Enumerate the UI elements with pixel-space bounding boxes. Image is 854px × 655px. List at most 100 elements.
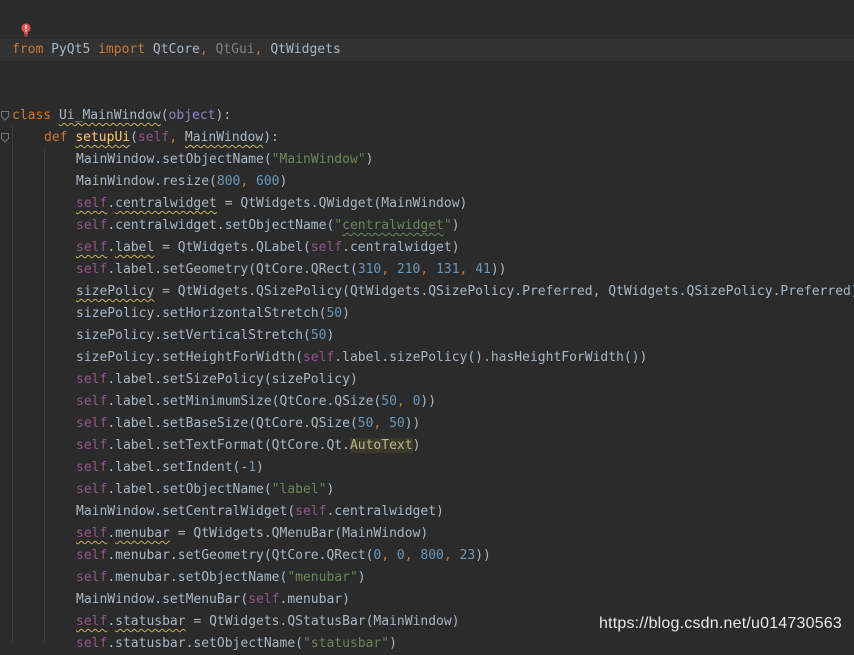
code-text: ) — [365, 152, 374, 167]
self-keyword: self — [76, 482, 108, 497]
code-line[interactable]: self.menubar.setObjectName("menubar") — [0, 567, 854, 589]
code-text: sizePolicy.setVerticalStretch( — [76, 328, 311, 343]
number-literal: 50 — [381, 394, 397, 409]
number-literal: 800 — [216, 174, 241, 189]
code-text: sizePolicy.setHeightForWidth( — [76, 350, 303, 365]
code-line[interactable]: MainWindow.resize(800, 600) — [0, 171, 854, 193]
code-line[interactable]: self.label.setIndent(-1) — [0, 457, 854, 479]
string-literal: centralwidget — [342, 218, 444, 233]
code-text: . — [107, 240, 116, 255]
code-text: .label.setBaseSize(QtCore.QSize( — [107, 416, 358, 431]
self-keyword: self — [76, 262, 108, 277]
code-line[interactable]: self.centralwidget.setObjectName("centra… — [0, 215, 854, 237]
code-text: )) — [475, 548, 491, 563]
code-line[interactable]: self.menubar = QtWidgets.QMenuBar(MainWi… — [0, 523, 854, 545]
attribute-name: label — [115, 240, 155, 255]
code-text: sizePolicy.setHorizontalStretch( — [76, 306, 327, 321]
code-text: .label.setIndent(- — [107, 460, 249, 475]
code-text: .label.setGeometry(QtCore.QRect( — [107, 262, 358, 277]
code-text: . — [107, 614, 116, 629]
code-text: ): — [215, 108, 232, 123]
code-text: MainWindow.setMenuBar( — [76, 592, 249, 607]
variable-name: sizePolicy — [76, 284, 155, 299]
self-keyword: self — [310, 240, 343, 255]
code-text: ) — [342, 306, 350, 321]
punct: , — [373, 416, 390, 431]
code-text: )) — [420, 394, 437, 409]
code-text: .label.setSizePolicy(sizePolicy) — [107, 372, 358, 387]
code-text: = QtWidgets.QLabel( — [154, 240, 311, 255]
code-line[interactable]: def setupUi(self, MainWindow): — [0, 127, 854, 149]
code-text: ) — [451, 218, 460, 233]
code-text: .statusbar.setObjectName( — [107, 636, 303, 651]
code-text: QtCore — [145, 42, 200, 57]
code-line[interactable]: from PyQt5 import QtCore, QtGui, QtWidge… — [0, 39, 854, 61]
code-line[interactable]: self.label = QtWidgets.QLabel(self.centr… — [0, 237, 854, 259]
number-literal: 23 — [459, 548, 476, 563]
code-line[interactable]: self.label.setTextFormat(QtCore.Qt.AutoT… — [0, 435, 854, 457]
punct: , — [169, 130, 185, 145]
code-line[interactable]: self.label.setMinimumSize(QtCore.QSize(5… — [0, 391, 854, 413]
code-text: MainWindow.setObjectName( — [76, 152, 272, 167]
keyword-def: def — [44, 130, 68, 145]
code-editor[interactable]: from PyQt5 import QtCore, QtGui, QtWidge… — [0, 0, 854, 651]
number-literal: 131 — [436, 262, 460, 277]
self-keyword: self — [76, 438, 108, 453]
code-text: )) — [404, 416, 421, 431]
punct: , — [443, 548, 460, 563]
keyword-class: class — [12, 108, 52, 123]
code-text: ) — [279, 174, 288, 189]
fold-icon[interactable] — [1, 133, 9, 143]
code-line[interactable]: sizePolicy.setHeightForWidth(self.label.… — [0, 347, 854, 369]
number-literal: 50 — [326, 306, 343, 321]
code-line[interactable]: self.statusbar.setObjectName("statusbar"… — [0, 633, 854, 655]
code-text: QtWidgets — [270, 42, 341, 57]
code-line[interactable]: self.label.setGeometry(QtCore.QRect(310,… — [0, 259, 854, 281]
self-keyword: self — [76, 570, 108, 585]
punct: , — [381, 548, 397, 563]
self-keyword: self — [76, 218, 108, 233]
string-literal: "MainWindow" — [271, 152, 366, 167]
number-literal: 210 — [396, 262, 421, 277]
attribute-name: centralwidget — [115, 196, 217, 211]
code-text: .menubar.setObjectName( — [107, 570, 288, 585]
code-text: .label.setMinimumSize(QtCore.QSize( — [107, 394, 382, 409]
code-line[interactable]: self.label.setBaseSize(QtCore.QSize(50, … — [0, 413, 854, 435]
code-line[interactable]: MainWindow.setMenuBar(self.menubar) — [0, 589, 854, 611]
code-text: ) — [326, 482, 335, 497]
code-line[interactable]: MainWindow.setCentralWidget(self.central… — [0, 501, 854, 523]
code-line[interactable]: self.centralwidget = QtWidgets.QWidget(M… — [0, 193, 854, 215]
code-line[interactable]: self.label.setSizePolicy(sizePolicy) — [0, 369, 854, 391]
code-text: MainWindow.resize( — [76, 174, 217, 189]
code-text: . — [107, 526, 116, 541]
code-line[interactable]: sizePolicy.setVerticalStretch(50) — [0, 325, 854, 347]
number-literal: 0 — [396, 548, 405, 563]
code-line[interactable]: sizePolicy = QtWidgets.QSizePolicy(QtWid… — [0, 281, 854, 303]
punct: , — [459, 262, 476, 277]
self-keyword: self — [76, 636, 108, 651]
code-text: = QtWidgets.QStatusBar(MainWindow) — [185, 614, 460, 629]
number-literal: 310 — [357, 262, 382, 277]
self-keyword: self — [76, 548, 108, 563]
code-text: ( — [160, 108, 169, 123]
string-literal: "label" — [271, 482, 327, 497]
code-text: = QtWidgets.QWidget(MainWindow) — [216, 196, 468, 211]
fold-icon[interactable] — [1, 111, 9, 121]
self-keyword: self — [302, 350, 335, 365]
code-line[interactable]: self.label.setObjectName("label") — [0, 479, 854, 501]
attribute-name: menubar — [115, 526, 170, 541]
code-line[interactable]: sizePolicy.setHorizontalStretch(50) — [0, 303, 854, 325]
code-line[interactable]: class Ui_MainWindow(object): — [0, 105, 854, 127]
string-literal: "menubar" — [287, 570, 358, 585]
self-keyword: self — [76, 372, 108, 387]
string-literal: " — [443, 218, 452, 233]
code-text: ) — [389, 636, 397, 651]
code-line[interactable]: self.menubar.setGeometry(QtCore.QRect(0,… — [0, 545, 854, 567]
code-text: ) — [256, 460, 264, 475]
code-line[interactable]: MainWindow.setObjectName("MainWindow") — [0, 149, 854, 171]
lightbulb-error-icon[interactable] — [19, 22, 33, 38]
self-keyword: self — [76, 416, 108, 431]
number-literal: 50 — [389, 416, 405, 431]
number-literal: 50 — [357, 416, 374, 431]
code-text: . — [107, 196, 116, 211]
